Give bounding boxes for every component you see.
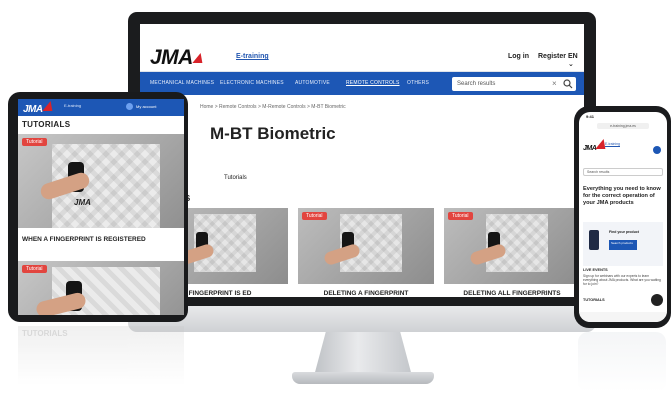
logo-accent-icon [42,101,56,111]
jma-logo[interactable]: JMA [583,139,609,152]
tablet-header: JMA E-training My account [18,99,184,116]
main-navigation: MECHANICAL MACHINES ELECTRONIC MACHINES … [140,72,584,95]
phone-screen: 9:41 e-training.jma.es JMA E-training Se… [579,112,667,322]
page-title: M-BT Biometric [210,124,336,143]
tutorial-badge: Tutorial [302,212,327,220]
tablet-device: JMA E-training My account TUTORIALS JMA … [8,92,188,322]
device-image [589,230,599,250]
login-link[interactable]: Log in [508,53,529,60]
section-heading: LIVE EVENTS [583,268,608,272]
jma-logo[interactable]: JMA [23,101,56,115]
live-events-text: Sign up for webinars with our experts to… [583,274,661,286]
video-thumbnail[interactable]: Tutorial [18,261,184,315]
desktop-screen: JMA E-training Log in Register EN ⌄ MECH… [140,24,584,297]
avatar[interactable] [653,146,661,154]
hero-headline: Everything you need to know for the corr… [583,186,661,206]
search-products-button[interactable]: Search products [609,240,637,250]
card-title[interactable]: DELETING ALL FINGERPRINTS [444,290,580,297]
logo-accent-icon [192,53,206,63]
language-selector[interactable]: EN ⌄ [568,53,584,68]
url-bar[interactable]: e-training.jma.es [597,123,649,129]
account-link[interactable]: My account [136,104,156,109]
card-title[interactable]: DELETING A FINGERPRINT [298,290,434,297]
desktop-monitor: JMA E-training Log in Register EN ⌄ MECH… [128,12,596,309]
site-header: JMA E-training Log in Register EN ⌄ [140,24,584,72]
video-thumbnail[interactable]: Tutorial [444,208,580,284]
card-title[interactable]: WHEN A FINGERPRINT IS REGISTERED [22,236,146,243]
clear-search-icon[interactable]: × [552,79,557,88]
search-placeholder: Search results [457,81,496,87]
search-icon[interactable] [563,79,573,89]
video-thumbnail[interactable]: Tutorial [298,208,434,284]
nav-automotive[interactable]: AUTOMOTIVE [295,80,330,86]
reflection-heading: TUTORIALS [22,329,68,338]
logo-text: JMA [23,104,43,115]
breadcrumb[interactable]: Home > Remote Controls > M-Remote Contro… [200,104,346,110]
tutorial-card[interactable]: Tutorial DELETING A FINGERPRINT [298,208,434,297]
phone-reflection [578,332,666,392]
thumbnail-brand: JMA [74,198,91,207]
tutorial-badge: Tutorial [448,212,473,220]
monitor-chin [128,306,596,332]
avatar[interactable] [126,103,133,110]
monitor-stand [314,332,412,376]
tablet-screen: JMA E-training My account TUTORIALS JMA … [18,99,184,315]
promo-text: Find your product [609,230,639,234]
promo-card[interactable]: Find your product Search products [583,222,663,266]
status-time: 9:41 [586,114,595,119]
browser-toolbar [579,312,667,322]
tutorial-card[interactable]: Tutorial DELETING ALL FINGERPRINTS [444,208,580,297]
nav-electronic-machines[interactable]: ELECTRONIC MACHINES [220,80,284,86]
etraining-link[interactable]: E-training [605,142,620,146]
chat-button[interactable] [651,294,663,306]
search-box[interactable]: Search results × [452,77,576,91]
search-input[interactable]: Search results [583,168,663,176]
nav-remote-controls[interactable]: REMOTE CONTROLS [346,80,400,86]
monitor-base [292,372,434,384]
tablet-reflection: TUTORIALS [18,326,184,386]
section-heading: TUTORIALS [583,298,605,302]
tab-tutorials[interactable]: Tutorials [224,175,247,181]
phone-device: 9:41 e-training.jma.es JMA E-training Se… [574,106,671,328]
tutorial-badge: Tutorial [22,138,47,146]
nav-others[interactable]: OTHERS [407,80,429,86]
logo-text: JMA [150,46,193,69]
nav-mechanical-machines[interactable]: MECHANICAL MACHINES [150,80,214,86]
etraining-link[interactable]: E-training [64,103,81,108]
jma-logo[interactable]: JMA [150,46,206,70]
register-link[interactable]: Register [538,53,566,60]
video-thumbnail[interactable]: JMA Tutorial [18,134,184,228]
section-heading: TUTORIALS [22,120,71,129]
tutorial-badge: Tutorial [22,265,47,273]
etraining-link[interactable]: E-training [236,53,269,60]
status-bar: 9:41 [579,112,667,121]
